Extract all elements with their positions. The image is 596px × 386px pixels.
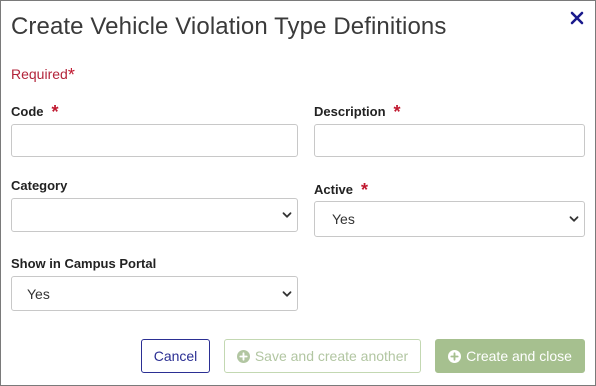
chevron-down-icon	[282, 290, 292, 297]
show-in-portal-label-text: Show in Campus Portal	[11, 256, 157, 271]
active-label-text: Active	[314, 182, 354, 197]
active-label: Active *	[314, 178, 369, 200]
required-note-text: Required	[11, 66, 68, 82]
required-note: Required*	[11, 63, 75, 85]
category-label-text: Category	[11, 178, 68, 193]
code-input[interactable]	[11, 124, 298, 157]
chevron-down-icon	[569, 216, 579, 222]
create-violation-type-dialog: Create Vehicle Violation Type Definition…	[0, 0, 596, 386]
show-in-portal-label: Show in Campus Portal	[11, 256, 156, 271]
cancel-button-label: Cancel	[153, 348, 198, 364]
close-icon[interactable]	[569, 10, 585, 26]
dialog-title: Create Vehicle Violation Type Definition…	[11, 13, 447, 40]
description-label: Description *	[314, 100, 401, 122]
plus-circle-icon	[236, 349, 250, 363]
cancel-button[interactable]: Cancel	[141, 339, 210, 373]
save-and-create-another-label: Save and create another	[254, 348, 409, 364]
code-label: Code *	[11, 100, 59, 122]
create-and-close-button[interactable]: Create and close	[435, 339, 585, 373]
category-select[interactable]	[11, 198, 298, 232]
active-required-marker: *	[361, 180, 369, 200]
plus-circle-icon	[448, 349, 462, 363]
save-and-create-another-button[interactable]: Save and create another	[224, 339, 421, 373]
create-and-close-label: Create and close	[466, 348, 572, 364]
active-select-value: Yes	[332, 211, 355, 227]
description-label-text: Description	[314, 104, 386, 119]
category-label: Category	[11, 178, 67, 193]
description-input[interactable]	[314, 124, 585, 157]
code-label-text: Code	[11, 104, 44, 119]
active-select[interactable]: Yes	[314, 201, 585, 237]
description-required-marker: *	[393, 102, 401, 122]
show-in-portal-select-value: Yes	[27, 285, 50, 302]
code-required-marker: *	[51, 102, 59, 122]
chevron-down-icon	[282, 212, 292, 218]
show-in-portal-select[interactable]: Yes	[11, 276, 298, 311]
required-marker: *	[67, 65, 75, 85]
